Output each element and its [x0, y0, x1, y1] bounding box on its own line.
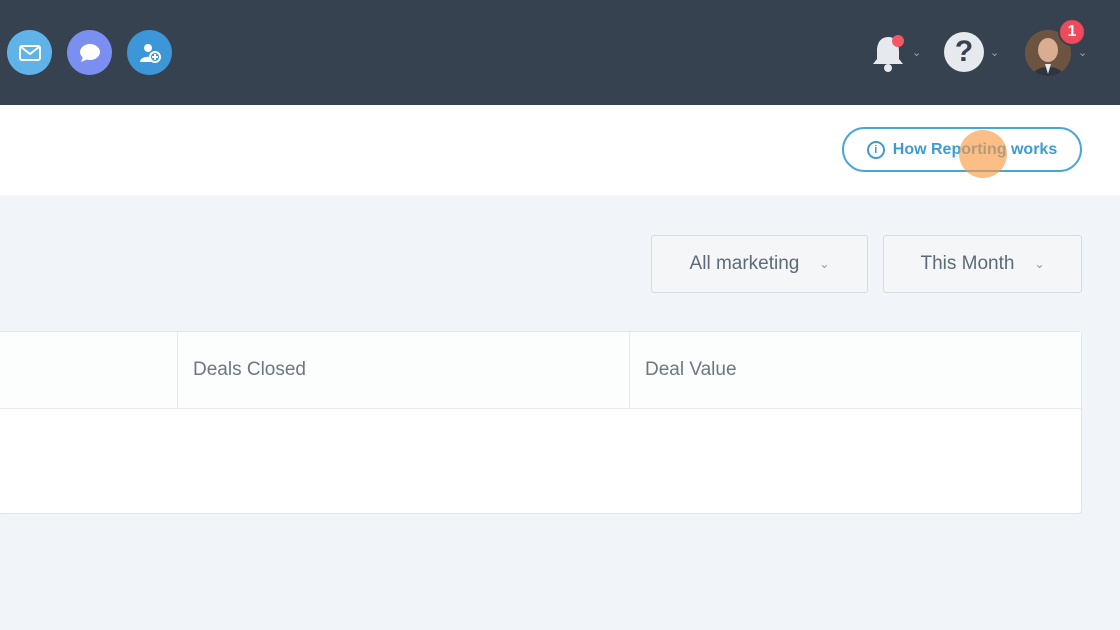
marketing-filter-dropdown[interactable]: All marketing ⌄: [651, 235, 868, 293]
info-icon: i: [866, 140, 885, 159]
report-table: Deals Closed Deal Value: [0, 331, 1082, 514]
period-filter-label: This Month: [920, 253, 1015, 274]
help-icon[interactable]: ?: [944, 32, 984, 72]
column-header-deals-closed[interactable]: Deals Closed: [193, 332, 306, 408]
badge-count: 1: [1067, 23, 1077, 40]
add-user-icon: [139, 43, 161, 63]
chat-button[interactable]: [67, 30, 112, 75]
email-button[interactable]: [7, 30, 52, 75]
mail-icon: [18, 44, 41, 61]
chevron-down-icon[interactable]: ⌄: [990, 46, 999, 59]
add-contact-button[interactable]: [127, 30, 172, 75]
marketing-filter-label: All marketing: [689, 253, 800, 274]
chat-bubble-icon: [79, 43, 100, 62]
chevron-down-icon[interactable]: ⌄: [912, 46, 921, 59]
info-symbol: i: [874, 143, 878, 156]
notification-count-badge: 1: [1058, 18, 1086, 46]
notification-dot: [892, 35, 904, 47]
column-divider: [177, 332, 178, 408]
table-header: Deals Closed Deal Value: [0, 332, 1081, 409]
cursor-highlight: [959, 130, 1007, 178]
period-filter-dropdown[interactable]: This Month ⌄: [883, 235, 1082, 293]
top-navbar: ⌄ ? ⌄ 1 ⌄: [0, 0, 1120, 105]
column-header-deal-value[interactable]: Deal Value: [645, 332, 737, 408]
help-symbol: ?: [954, 35, 974, 68]
chevron-down-icon: ⌄: [1034, 257, 1045, 271]
chevron-down-icon: ⌄: [819, 257, 830, 271]
chevron-down-icon[interactable]: ⌄: [1078, 46, 1087, 59]
column-divider: [629, 332, 630, 408]
